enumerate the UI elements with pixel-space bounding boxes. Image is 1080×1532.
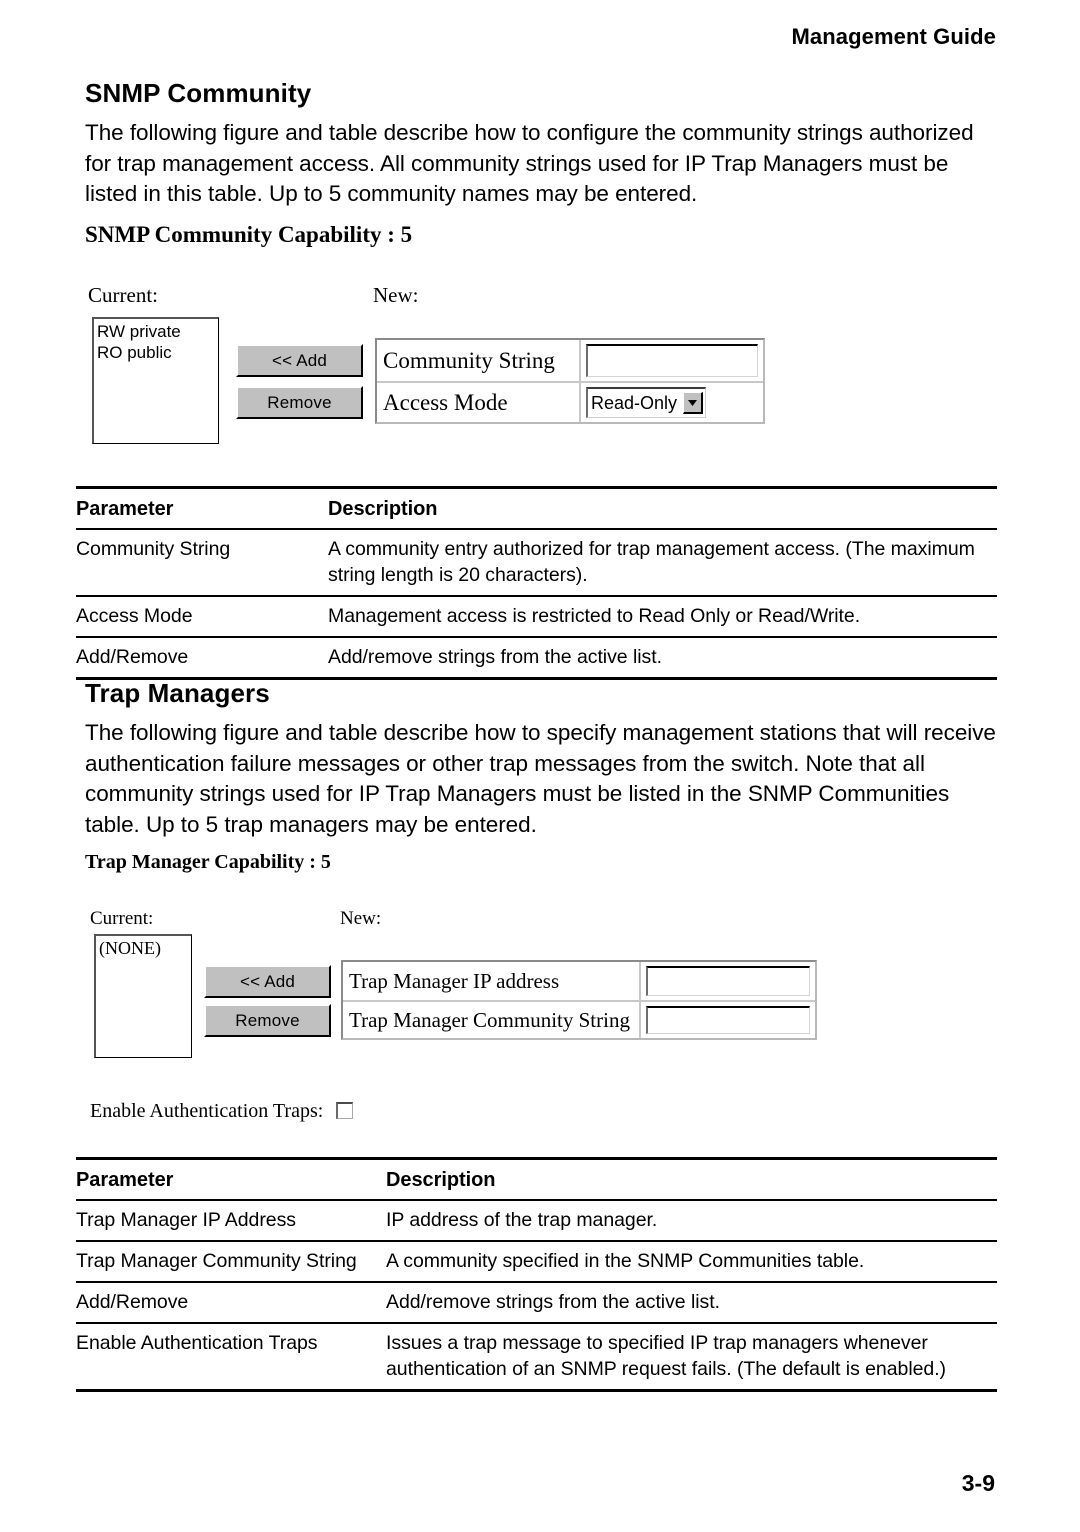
table-header-description: Description bbox=[386, 1169, 496, 1191]
table-cell-description: Add/remove strings from the active list. bbox=[328, 646, 662, 668]
snmp-community-capability-title-wrap: SNMP Community Capability : 5 bbox=[85, 222, 412, 248]
table-row: Add/Remove Add/remove strings from the a… bbox=[76, 637, 997, 679]
trap-current-manager-listbox[interactable]: (NONE) bbox=[94, 934, 192, 1058]
section-heading-trap-managers: Trap Managers bbox=[85, 678, 270, 708]
snmp-community-capability-title: SNMP Community Capability : 5 bbox=[85, 222, 413, 247]
chevron-down-icon[interactable] bbox=[683, 392, 703, 414]
trap-add-button[interactable]: << Add bbox=[204, 965, 331, 998]
trap-manager-ip-label: Trap Manager IP address bbox=[349, 968, 560, 993]
table-row: Trap Manager Community String A communit… bbox=[76, 1241, 997, 1282]
table-cell-parameter: Trap Manager Community String bbox=[76, 1250, 357, 1272]
table-cell-description: A community specified in the SNMP Commun… bbox=[386, 1250, 865, 1272]
section-paragraph-snmp-community: The following figure and table describe … bbox=[85, 120, 974, 206]
snmp-add-button[interactable]: << Add bbox=[236, 344, 363, 377]
table-cell-description: Management access is restricted to Read … bbox=[328, 605, 861, 627]
table-cell-parameter: Enable Authentication Traps bbox=[76, 1332, 318, 1354]
trap-manager-ip-input[interactable] bbox=[646, 966, 810, 996]
trap-manager-ip-field-cell bbox=[639, 962, 815, 1000]
form-row-community-string: Community String bbox=[377, 340, 763, 381]
table-header-description: Description bbox=[328, 498, 438, 520]
table-cell-parameter: Community String bbox=[76, 538, 231, 560]
table-header-parameter: Parameter bbox=[76, 1169, 174, 1191]
list-item[interactable]: RW private bbox=[97, 321, 215, 342]
trap-manager-new-entry-form: Trap Manager IP address Trap Manager Com… bbox=[341, 960, 817, 1040]
snmp-remove-button[interactable]: Remove bbox=[236, 386, 363, 419]
table-row: Add/Remove Add/remove strings from the a… bbox=[76, 1282, 997, 1323]
table-cell-description: Add/remove strings from the active list. bbox=[386, 1291, 720, 1313]
access-mode-selected-value: Read-Only bbox=[591, 392, 678, 413]
trap-new-label: New: bbox=[340, 908, 382, 929]
table-row: Community String A community entry autho… bbox=[76, 529, 997, 596]
table-header-parameter: Parameter bbox=[76, 498, 174, 520]
table-header-row: Parameter Description bbox=[76, 1158, 997, 1200]
table-cell-description: IP address of the trap manager. bbox=[386, 1209, 658, 1231]
snmp-new-label: New: bbox=[373, 283, 419, 307]
trap-manager-community-label: Trap Manager Community String bbox=[349, 1007, 630, 1032]
trap-remove-button[interactable]: Remove bbox=[204, 1004, 331, 1037]
enable-authentication-traps-label: Enable Authentication Traps: bbox=[90, 1100, 324, 1122]
trap-manager-parameter-table: Parameter Description Trap Manager IP Ad… bbox=[76, 1157, 997, 1392]
community-string-field-cell bbox=[579, 340, 763, 381]
list-item[interactable]: (NONE) bbox=[99, 938, 188, 959]
table-cell-description: A community entry authorized for trap ma… bbox=[328, 538, 975, 586]
table-header-row: Parameter Description bbox=[76, 487, 997, 529]
form-row-access-mode: Access Mode Read-Only bbox=[377, 381, 763, 422]
table-cell-description: Issues a trap message to specified IP tr… bbox=[386, 1332, 947, 1380]
trap-manager-community-input[interactable] bbox=[646, 1006, 810, 1034]
table-cell-parameter: Add/Remove bbox=[76, 646, 189, 668]
access-mode-label: Access Mode bbox=[383, 389, 508, 415]
access-mode-select[interactable]: Read-Only bbox=[586, 387, 706, 418]
enable-authentication-traps-checkbox[interactable] bbox=[336, 1102, 354, 1119]
page-number: 3-9 bbox=[961, 1470, 995, 1496]
table-row: Enable Authentication Traps Issues a tra… bbox=[76, 1323, 997, 1391]
form-row-trap-ip: Trap Manager IP address bbox=[343, 962, 815, 1000]
section-heading-snmp-community: SNMP Community bbox=[85, 78, 312, 108]
community-string-label: Community String bbox=[383, 347, 555, 373]
table-row: Trap Manager IP Address IP address of th… bbox=[76, 1200, 997, 1241]
trap-manager-capability-title-wrap: Trap Manager Capability : 5 bbox=[85, 851, 331, 874]
snmp-community-parameter-table: Parameter Description Community String A… bbox=[76, 486, 997, 680]
form-row-trap-community: Trap Manager Community String bbox=[343, 1000, 815, 1038]
running-header: Management Guide bbox=[791, 24, 996, 49]
table-cell-parameter: Add/Remove bbox=[76, 1291, 189, 1313]
snmp-current-community-listbox[interactable]: RW private RO public bbox=[92, 317, 219, 444]
snmp-current-label: Current: bbox=[88, 283, 158, 307]
access-mode-field-cell: Read-Only bbox=[579, 383, 763, 422]
table-cell-parameter: Access Mode bbox=[76, 605, 193, 627]
community-string-input[interactable] bbox=[586, 344, 758, 377]
snmp-new-entry-form: Community String Access Mode Read-Only bbox=[375, 338, 765, 424]
table-cell-parameter: Trap Manager IP Address bbox=[76, 1209, 296, 1231]
trap-manager-capability-title: Trap Manager Capability : 5 bbox=[85, 851, 331, 873]
trap-current-label: Current: bbox=[90, 908, 154, 929]
trap-manager-community-field-cell bbox=[639, 1002, 815, 1038]
enable-authentication-traps-row: Enable Authentication Traps: bbox=[90, 1100, 354, 1123]
section-paragraph-trap-managers: The following figure and table describe … bbox=[85, 720, 996, 837]
list-item[interactable]: RO public bbox=[97, 342, 215, 363]
table-row: Access Mode Management access is restric… bbox=[76, 596, 997, 637]
